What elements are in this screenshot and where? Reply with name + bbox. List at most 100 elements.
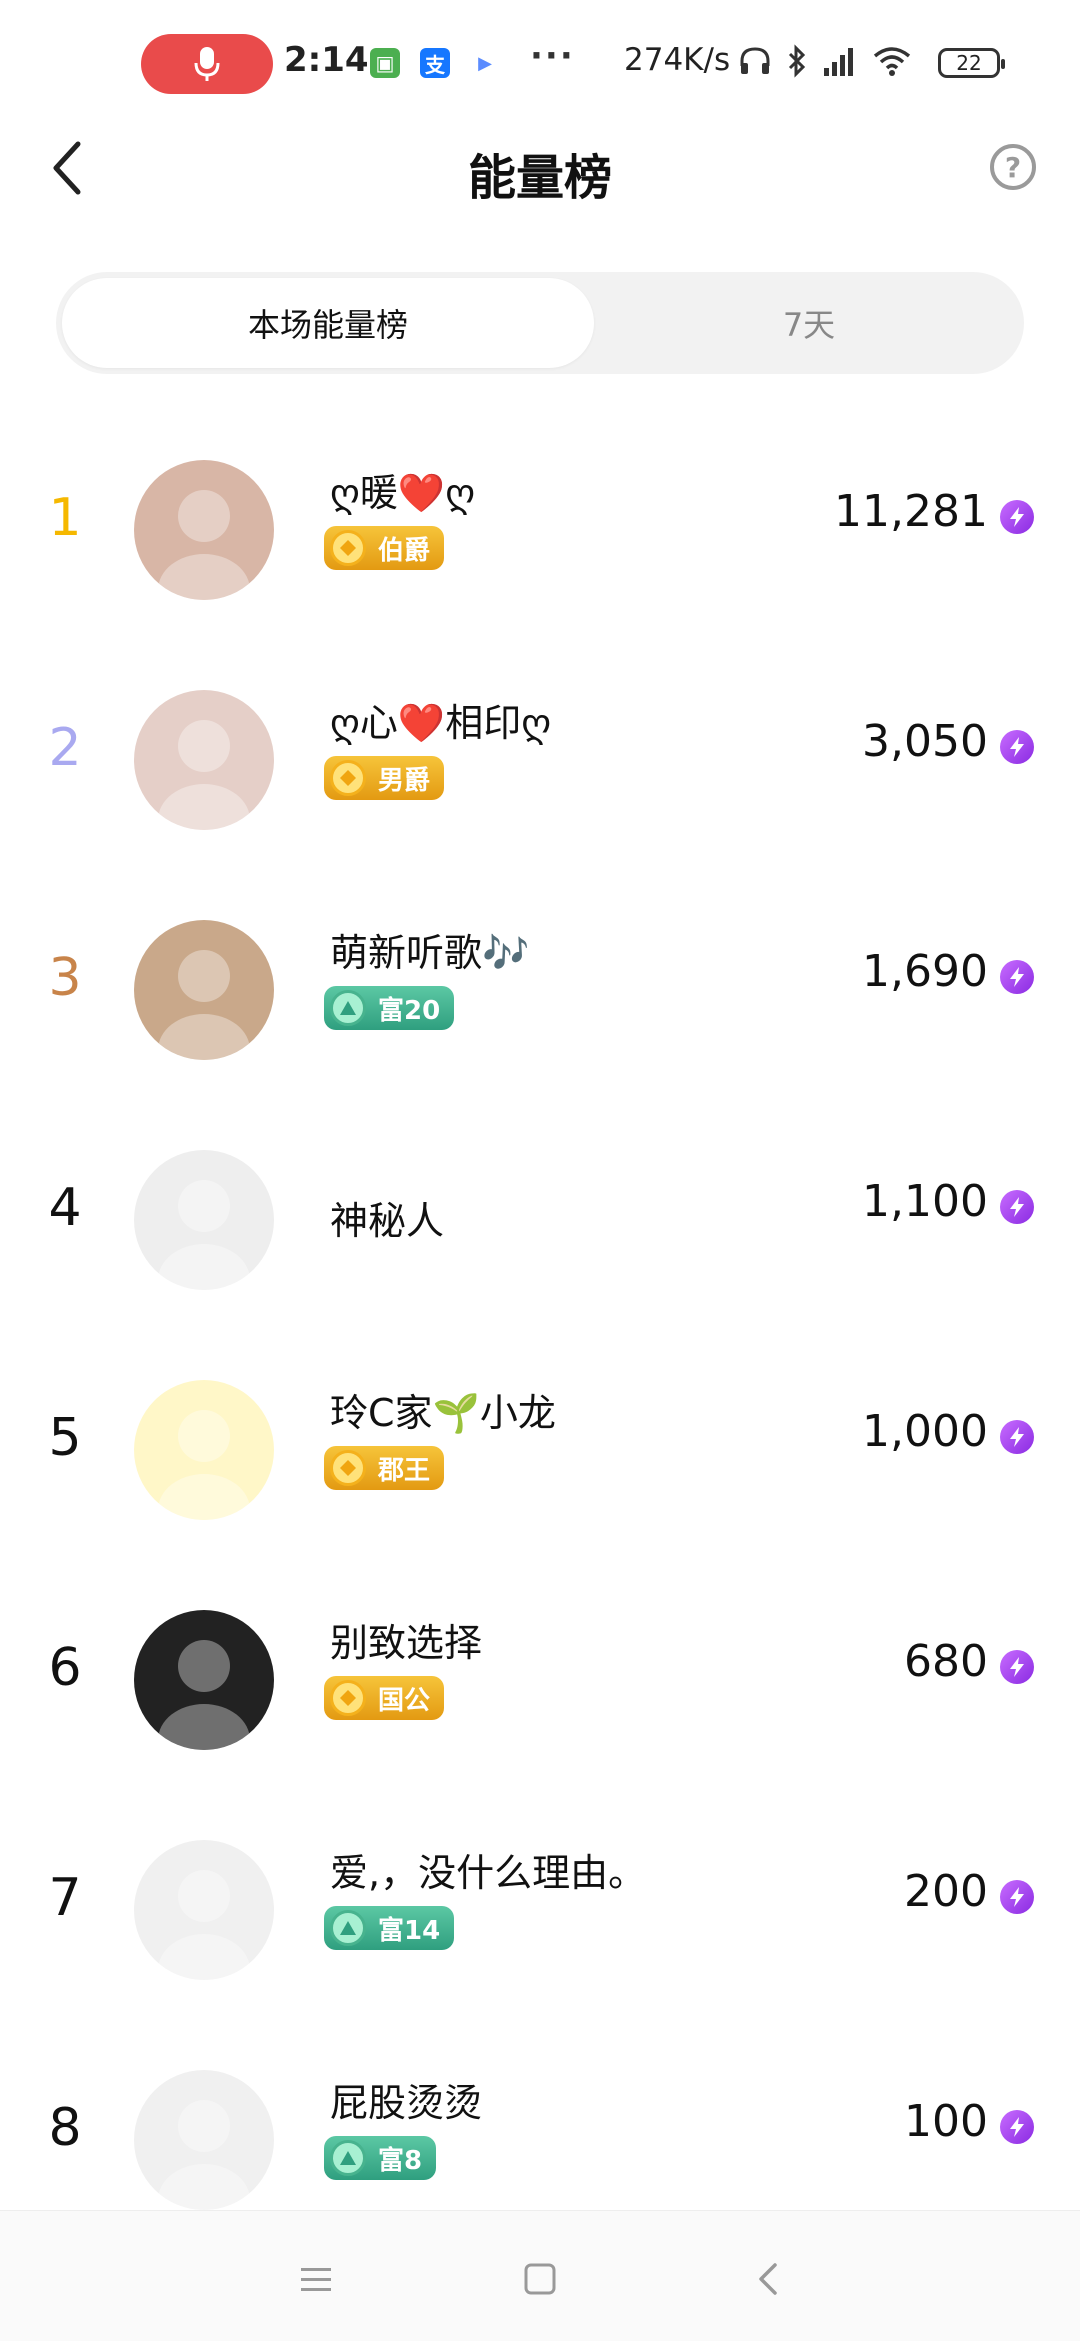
ranking-tabs: 本场能量榜 7天 — [56, 272, 1024, 374]
user-name: 萌新听歌🎶 — [330, 931, 530, 975]
level-badge-label: 富8 — [378, 2145, 423, 2176]
energy-bolt-icon — [1000, 960, 1034, 994]
user-avatar[interactable] — [134, 1840, 274, 1980]
energy-bolt-icon — [1000, 1880, 1034, 1914]
energy-score: 100 — [904, 2096, 988, 2147]
ranking-row[interactable]: 4 神秘人 1,100 — [0, 1102, 1080, 1332]
energy-score: 680 — [904, 1636, 988, 1687]
home-button[interactable] — [510, 2249, 570, 2309]
tab-7-days[interactable]: 7天 — [594, 278, 1024, 368]
user-name: 玲C家🌱小龙 — [330, 1391, 556, 1435]
level-badge-label: 富14 — [378, 1915, 441, 1946]
network-speed: 274K/s — [624, 42, 731, 78]
level-badge: 富8 — [324, 2136, 437, 2180]
system-navigation-bar — [0, 2210, 1080, 2341]
energy-score: 1,000 — [862, 1406, 988, 1457]
rank-number: 4 — [48, 1178, 82, 1238]
more-notifications-icon: ··· — [530, 36, 575, 76]
bluetooth-icon — [788, 44, 806, 78]
level-badge: 富14 — [324, 1906, 455, 1950]
battery-level: 22 — [956, 51, 982, 75]
wealth-level-icon — [330, 990, 366, 1026]
level-badge-label: 国公 — [378, 1685, 431, 1716]
home-square-icon — [524, 2263, 556, 2295]
energy-bolt-icon — [1000, 1420, 1034, 1454]
energy-score: 3,050 — [862, 716, 988, 767]
page-title: 能量榜 — [467, 150, 612, 206]
rank-number: 6 — [48, 1638, 82, 1698]
level-badge-label: 男爵 — [378, 765, 431, 796]
user-name: 神秘人 — [330, 1199, 445, 1243]
energy-score: 1,690 — [862, 946, 988, 997]
level-badge: 男爵 — [324, 756, 445, 800]
avatar-image — [158, 490, 250, 600]
alipay-icon: 支 — [420, 48, 450, 78]
level-badge: 郡王 — [324, 1446, 445, 1490]
ranking-row[interactable]: 7 爱,，没什么理由。富14 200 — [0, 1792, 1080, 2022]
energy-bolt-icon — [1000, 500, 1034, 534]
avatar-image — [158, 950, 250, 1060]
avatar-image — [158, 1870, 250, 1980]
noble-crest-icon — [330, 1680, 366, 1716]
user-name: 别致选择 — [330, 1621, 483, 1665]
rank-number: 3 — [48, 948, 82, 1008]
noble-crest-icon — [330, 760, 366, 796]
wifi-icon — [873, 47, 911, 76]
battery-icon: 22 — [938, 48, 1005, 78]
user-avatar[interactable] — [134, 2070, 274, 2210]
wealth-level-icon — [330, 1910, 366, 1946]
user-name: 屁股烫烫 — [330, 2081, 483, 2125]
energy-score: 200 — [904, 1866, 988, 1917]
status-bar: 2:14 ▣ 支 ▶ ··· 274K/s 22 — [0, 0, 1080, 130]
energy-bolt-icon — [1000, 2110, 1034, 2144]
user-avatar[interactable] — [134, 1610, 274, 1750]
signal-icon — [824, 48, 853, 76]
clock: 2:14 — [284, 40, 369, 80]
recording-indicator[interactable] — [141, 34, 273, 94]
noble-crest-icon — [330, 1450, 366, 1486]
level-badge: 富20 — [324, 986, 455, 1030]
user-name: ღ心❤️相印ღ — [330, 701, 552, 745]
avatar-image — [158, 2100, 250, 2210]
rank-number: 5 — [48, 1408, 82, 1468]
level-badge: 伯爵 — [324, 526, 445, 570]
microphone-icon — [194, 47, 220, 81]
level-badge: 国公 — [324, 1676, 445, 1720]
user-avatar[interactable] — [134, 1380, 274, 1520]
system-back-button[interactable] — [738, 2249, 798, 2309]
noble-crest-icon — [330, 530, 366, 566]
user-avatar[interactable] — [134, 1150, 274, 1290]
level-badge-label: 富20 — [378, 995, 441, 1026]
user-avatar[interactable] — [134, 690, 274, 830]
avatar-image — [158, 720, 250, 830]
play-store-icon: ▶ — [470, 48, 500, 78]
ranking-row[interactable]: 5 玲C家🌱小龙郡王 1,000 — [0, 1332, 1080, 1562]
ranking-row[interactable]: 3 萌新听歌🎶 富20 1,690 — [0, 872, 1080, 1102]
user-avatar[interactable] — [134, 920, 274, 1060]
headphones-icon — [740, 47, 770, 74]
rank-number: 7 — [48, 1868, 82, 1928]
avatar-image — [158, 1180, 250, 1290]
ranking-row[interactable]: 2 ღ心❤️相印ღ 男爵 3,050 — [0, 642, 1080, 872]
avatar-image — [158, 1410, 250, 1520]
rank-number: 8 — [48, 2098, 82, 2158]
ranking-row[interactable]: 6 别致选择国公 680 — [0, 1562, 1080, 1792]
energy-score: 1,100 — [862, 1176, 988, 1227]
ranking-row[interactable]: 1 ღ暖❤️ღ 伯爵 11,281 — [0, 412, 1080, 642]
system-icons — [738, 44, 912, 78]
energy-score: 11,281 — [834, 486, 988, 537]
energy-bolt-icon — [1000, 730, 1034, 764]
android-app-icon: ▣ — [370, 48, 400, 78]
user-name: 爱,，没什么理由。 — [330, 1851, 647, 1895]
user-avatar[interactable] — [134, 460, 274, 600]
user-name: ღ暖❤️ღ — [330, 471, 476, 515]
level-badge-label: 郡王 — [378, 1455, 431, 1486]
rank-number: 1 — [48, 488, 82, 548]
tab-current-session[interactable]: 本场能量榜 — [62, 278, 594, 368]
menu-icon — [301, 2268, 331, 2291]
help-button[interactable]: ? — [990, 144, 1036, 190]
energy-bolt-icon — [1000, 1650, 1034, 1684]
energy-bolt-icon — [1000, 1190, 1034, 1224]
level-badge-label: 伯爵 — [378, 535, 431, 566]
menu-button[interactable] — [286, 2249, 346, 2309]
